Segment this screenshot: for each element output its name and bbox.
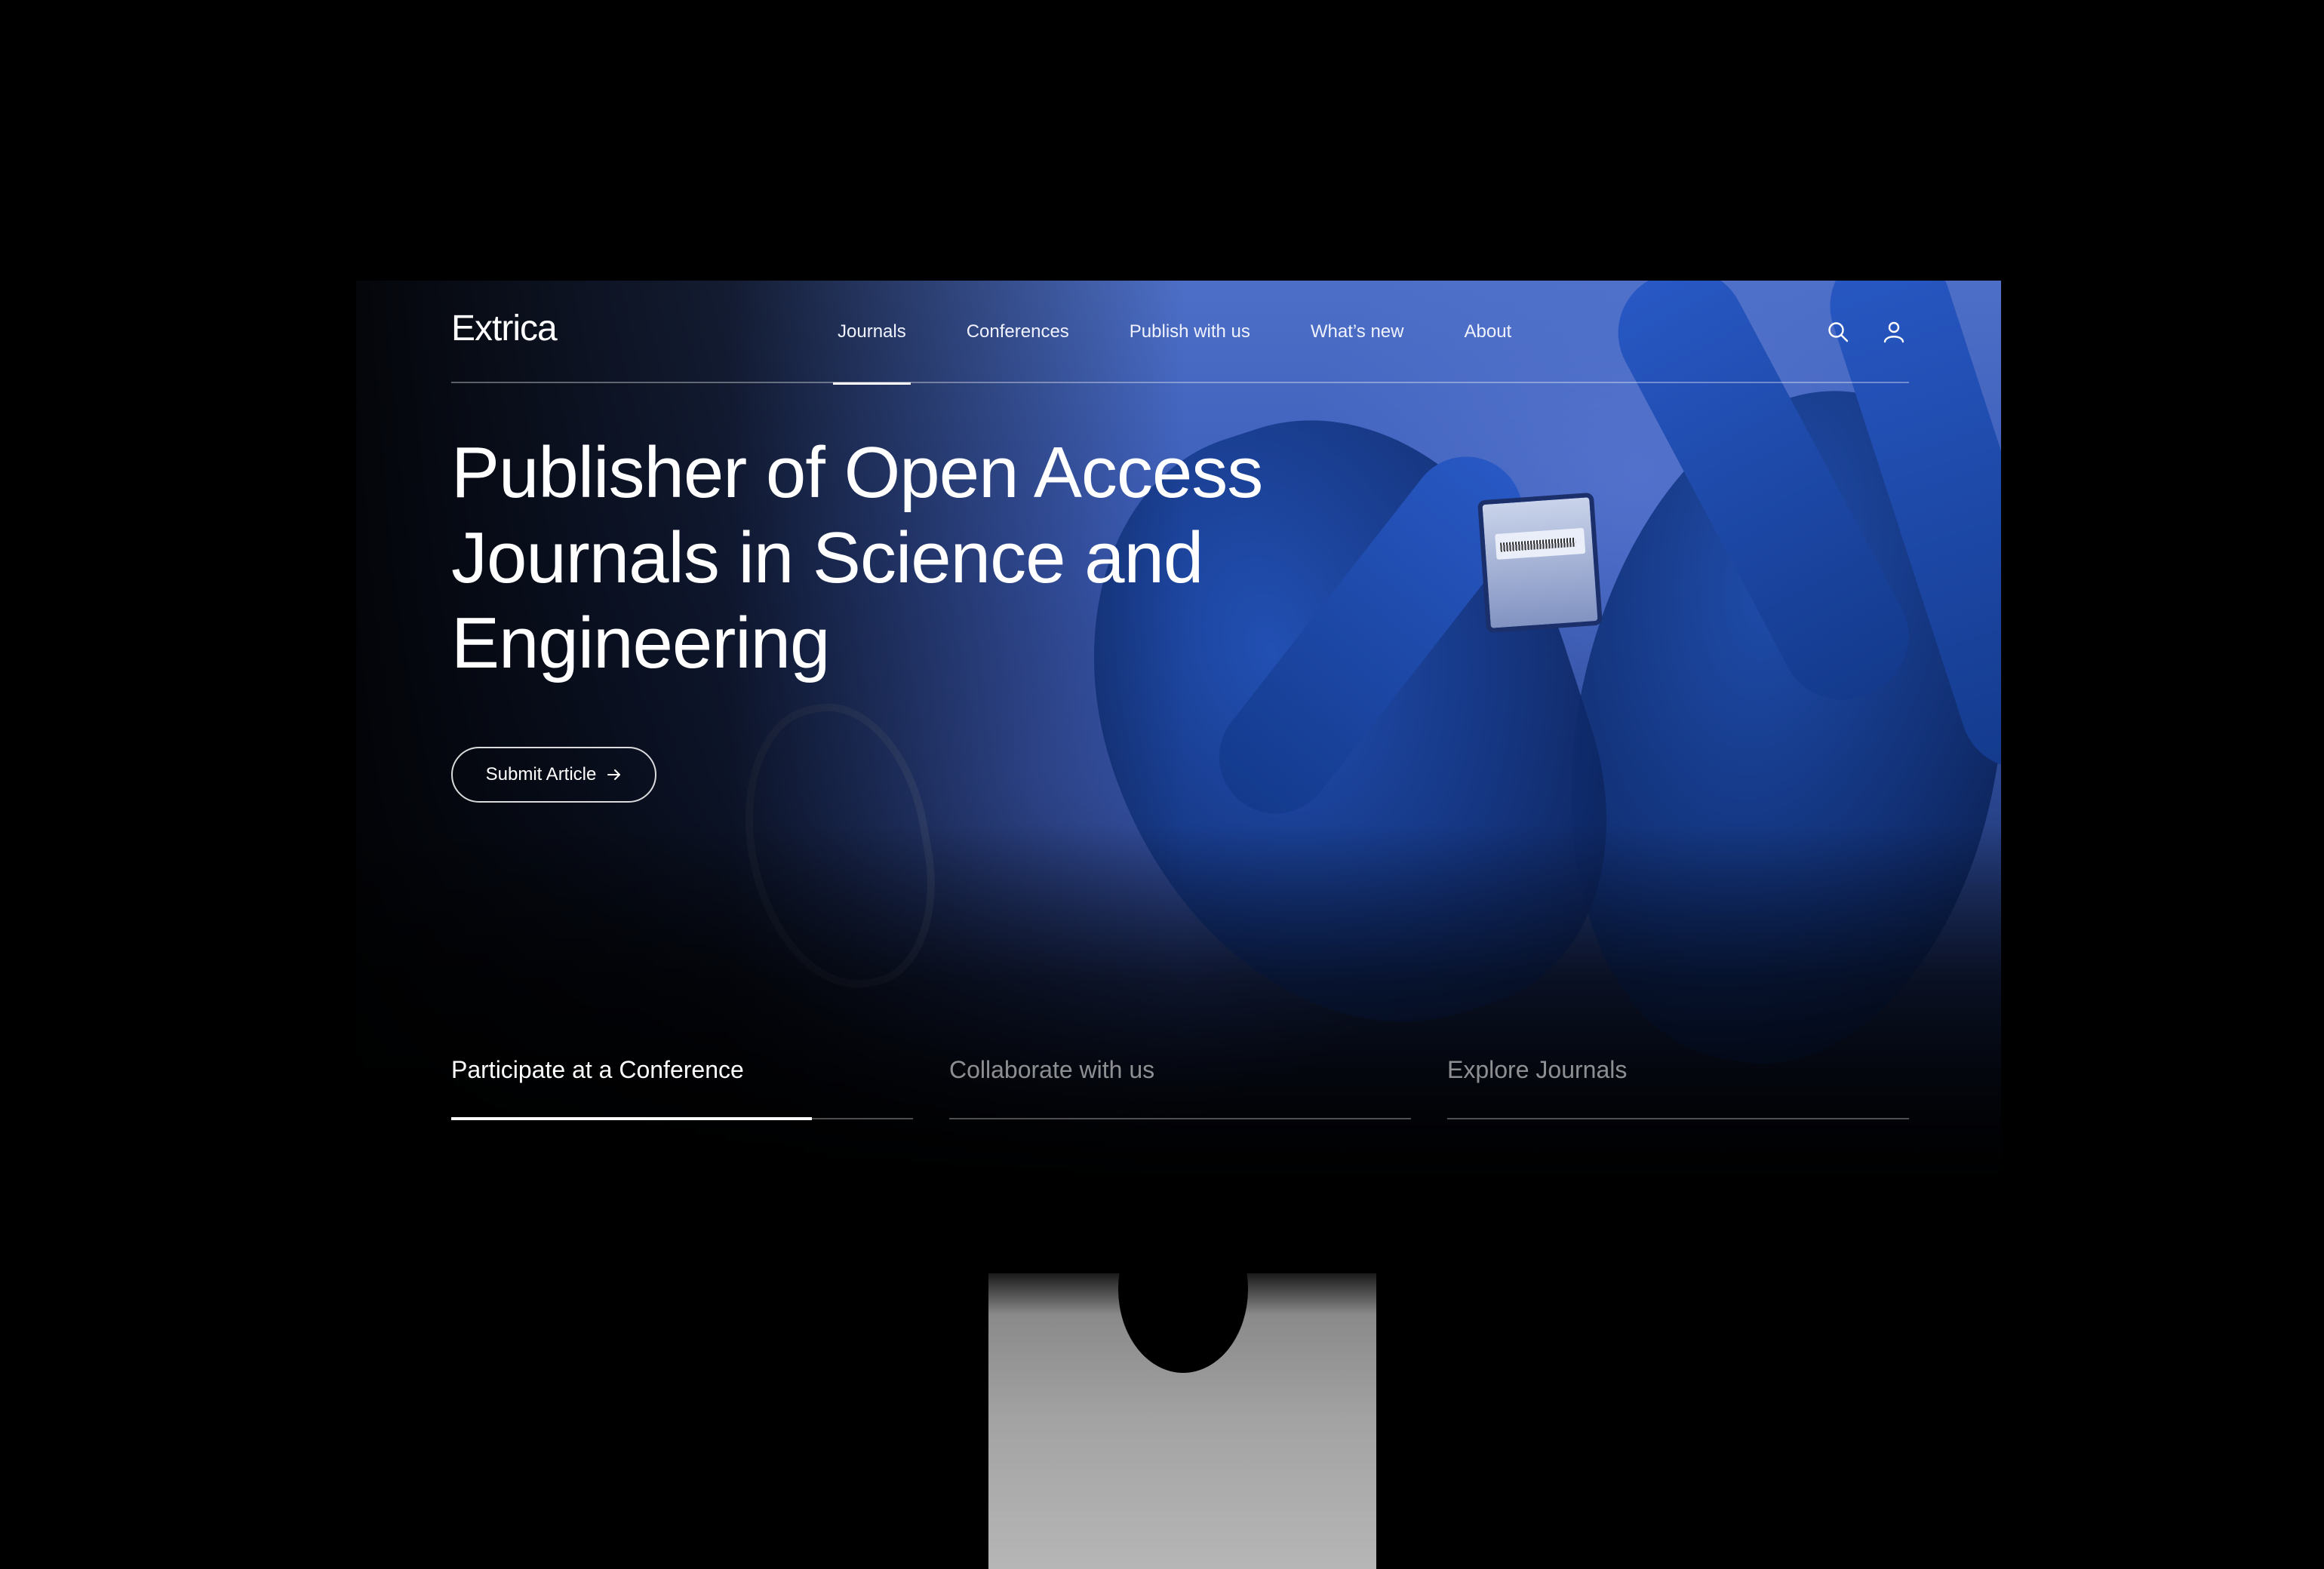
monitor-stand	[988, 1273, 1376, 1569]
arrow-right-icon	[607, 768, 622, 781]
monitor-stand-cutout	[1118, 1273, 1248, 1373]
submit-article-button[interactable]: Submit Article	[451, 747, 656, 803]
submit-article-label: Submit Article	[485, 764, 597, 784]
nav-item-whats-new[interactable]: What’s new	[1306, 281, 1409, 383]
feature-tabs: Participate at a Conference Collaborate …	[451, 1035, 1909, 1120]
tab-collaborate[interactable]: Collaborate with us	[949, 1035, 1411, 1119]
nav-item-journals[interactable]: Journals	[833, 281, 911, 385]
tab-label: Participate at a Conference	[451, 1056, 744, 1083]
nav-icons	[1797, 317, 1909, 347]
search-icon[interactable]	[1823, 317, 1853, 347]
page-content: Extrica Journals Conferences Publish wit…	[356, 281, 2001, 1216]
nav-item-conferences[interactable]: Conferences	[962, 281, 1074, 383]
nav-item-about[interactable]: About	[1459, 281, 1516, 383]
nav-menu: Journals Conferences Publish with us Wha…	[833, 281, 1567, 385]
tab-label: Collaborate with us	[949, 1056, 1155, 1083]
tab-explore-journals[interactable]: Explore Journals	[1447, 1035, 1909, 1119]
monitor-screen: Extrica Journals Conferences Publish wit…	[356, 281, 2001, 1216]
nav-item-publish-with-us[interactable]: Publish with us	[1125, 281, 1255, 383]
site-logo[interactable]: Extrica	[451, 308, 558, 349]
tab-participate-conference[interactable]: Participate at a Conference	[451, 1035, 913, 1120]
hero-title: Publisher of Open Access Journals in Sci…	[451, 432, 1263, 683]
top-navigation: Extrica Journals Conferences Publish wit…	[451, 281, 1909, 385]
user-icon[interactable]	[1879, 317, 1909, 347]
scene: Extrica Journals Conferences Publish wit…	[0, 0, 2324, 1569]
tab-label: Explore Journals	[1447, 1056, 1628, 1083]
